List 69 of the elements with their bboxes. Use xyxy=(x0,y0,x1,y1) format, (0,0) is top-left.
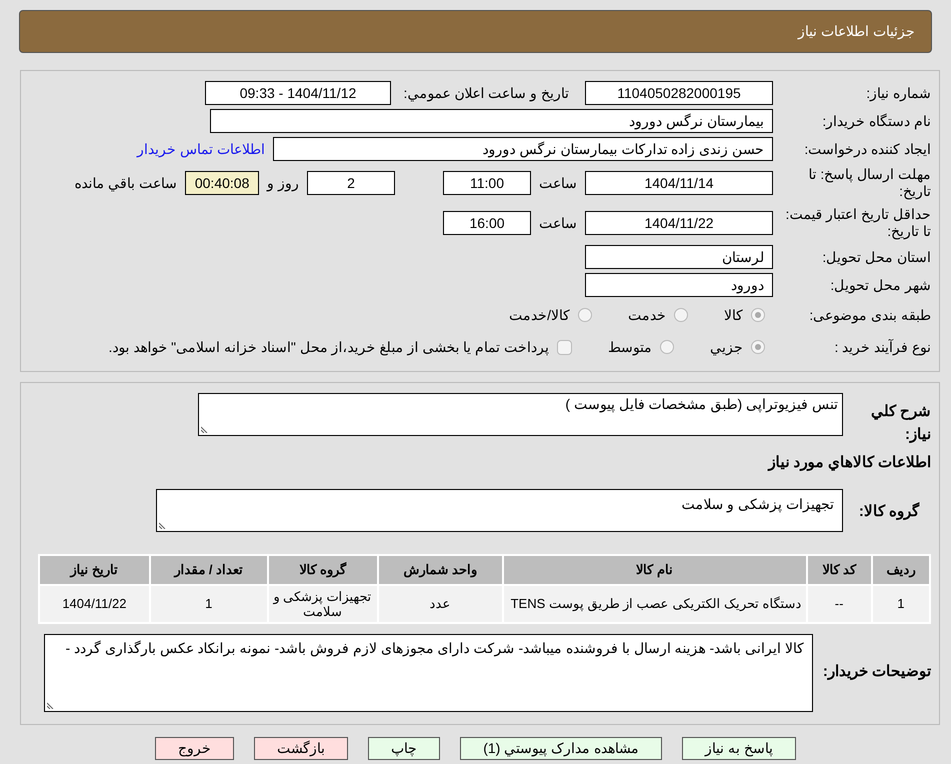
days-label: روز و xyxy=(267,174,299,194)
column-header: تعداد / مقدار xyxy=(150,554,268,584)
action-button[interactable]: خروج xyxy=(155,736,234,760)
province-field[interactable]: لرستان xyxy=(585,245,773,269)
remaining-label: ساعت باقي مانده xyxy=(74,174,178,194)
field-label: نام دستگاه خریدار: xyxy=(821,112,931,130)
field-label: گروه کالا: xyxy=(858,501,920,522)
table-cell: -- xyxy=(806,584,872,622)
page-header: جزئیات اطلاعات نیاز xyxy=(19,10,932,53)
city-field[interactable]: دورود xyxy=(585,273,773,297)
radio-button[interactable] xyxy=(751,308,765,322)
remaining-time: 00:40:08 xyxy=(185,171,260,195)
field-label: تاریخ و ساعت اعلان عمومي: xyxy=(402,84,569,104)
radio-label: کالا xyxy=(724,306,743,324)
resize-grip-icon xyxy=(159,520,167,528)
field-label: مهلت ارسال پاسخ: تا تاریخ: xyxy=(807,166,931,200)
field-label: توضیحات خریدار: xyxy=(822,662,931,682)
radio-button[interactable] xyxy=(578,308,592,322)
radio-button[interactable] xyxy=(660,340,674,354)
radio-label: متوسط xyxy=(608,338,652,358)
action-button[interactable]: مشاهده مدارک پیوستي (1) xyxy=(460,736,662,760)
radio-button[interactable] xyxy=(751,340,765,354)
table-cell: 1 xyxy=(150,584,268,622)
field-label: حداقل تاریخ اعتبار قیمت: تا تاریخ: xyxy=(784,206,931,240)
resize-grip-icon xyxy=(201,425,209,433)
field-label: طبقه بندی موضوعی: xyxy=(808,306,931,324)
days-field[interactable]: 2 xyxy=(307,171,395,195)
requester-field[interactable]: حسن زندی زاده تدارکات بیمارستان نرگس دورود xyxy=(273,137,773,161)
column-header: کد کالا xyxy=(806,554,872,584)
checkbox-label: پرداخت تمام یا بخشی از مبلغ خرید،از محل "اسناد خزانه اسلامی" خواهد بود. xyxy=(108,338,549,358)
radio-label: جزيي xyxy=(710,338,743,358)
field-label: شرح کلي نیاز: xyxy=(870,402,931,445)
field-label: شهر محل تحویل: xyxy=(829,276,931,294)
column-header: نام کالا xyxy=(502,554,807,584)
radio-label: خدمت xyxy=(628,306,666,324)
section-title: اطلاعات کالاهاي مورد نیاز xyxy=(766,453,931,473)
validity-date-field[interactable]: 1404/11/22 xyxy=(585,211,773,235)
action-button[interactable]: چاپ xyxy=(368,736,440,760)
time-label: ساعت xyxy=(539,174,577,192)
checkbox[interactable] xyxy=(557,340,572,354)
radio-label: کالا/خدمت xyxy=(509,306,570,324)
table-cell: 1404/11/22 xyxy=(39,584,150,622)
column-header: تاریخ نیاز xyxy=(39,554,150,584)
time-label: ساعت xyxy=(539,214,577,232)
column-header: ردیف xyxy=(872,554,930,584)
field-label: استان محل تحویل: xyxy=(821,248,931,266)
description-field[interactable]: تنس فیزیوتراپی (طبق مشخصات فایل پیوست ) xyxy=(198,393,843,436)
column-header: واحد شمارش xyxy=(378,554,503,584)
deadline-date-field[interactable]: 1404/11/14 xyxy=(585,171,773,195)
need-number-field[interactable]: 1104050282000195 xyxy=(585,81,773,105)
table-cell: تجهیزات پزشکی و سلامت xyxy=(268,584,378,622)
buyer-notes-field[interactable]: کالا ایرانی باشد- هزینه ارسال با فروشنده میباشد- شرکت دارای مجوزهای لازم فروش باشد- نمونه برانکاد عکس بارگذاری گردد - xyxy=(44,634,813,712)
resize-grip-icon xyxy=(47,700,55,708)
radio-button[interactable] xyxy=(674,308,688,322)
field-label: شماره نیاز: xyxy=(865,84,931,102)
field-label: نوع فرآیند خرید : xyxy=(833,338,931,356)
goods-group-field[interactable]: تجهیزات پزشکی و سلامت xyxy=(156,488,843,532)
validity-time-field[interactable]: 16:00 xyxy=(443,211,531,235)
table-cell: دستگاه تحریک الکتریکی عصب از طریق پوست TENS xyxy=(502,584,807,622)
table-cell: 1 xyxy=(872,584,930,622)
action-button[interactable]: بازگشت xyxy=(254,736,348,760)
buyer-org-field[interactable]: بیمارستان نرگس دورود xyxy=(210,109,773,133)
announce-date-field[interactable]: 1404/11/12 - 09:33 xyxy=(205,81,391,105)
field-label: ایجاد کننده درخواست: xyxy=(803,140,931,158)
table-cell: عدد xyxy=(378,584,503,622)
contact-link[interactable]: اطلاعات تماس خریدار xyxy=(137,138,265,160)
column-header: گروه کالا xyxy=(268,554,378,584)
deadline-time-field[interactable]: 11:00 xyxy=(443,171,531,195)
action-button[interactable]: پاسخ به نیاز xyxy=(682,736,796,760)
